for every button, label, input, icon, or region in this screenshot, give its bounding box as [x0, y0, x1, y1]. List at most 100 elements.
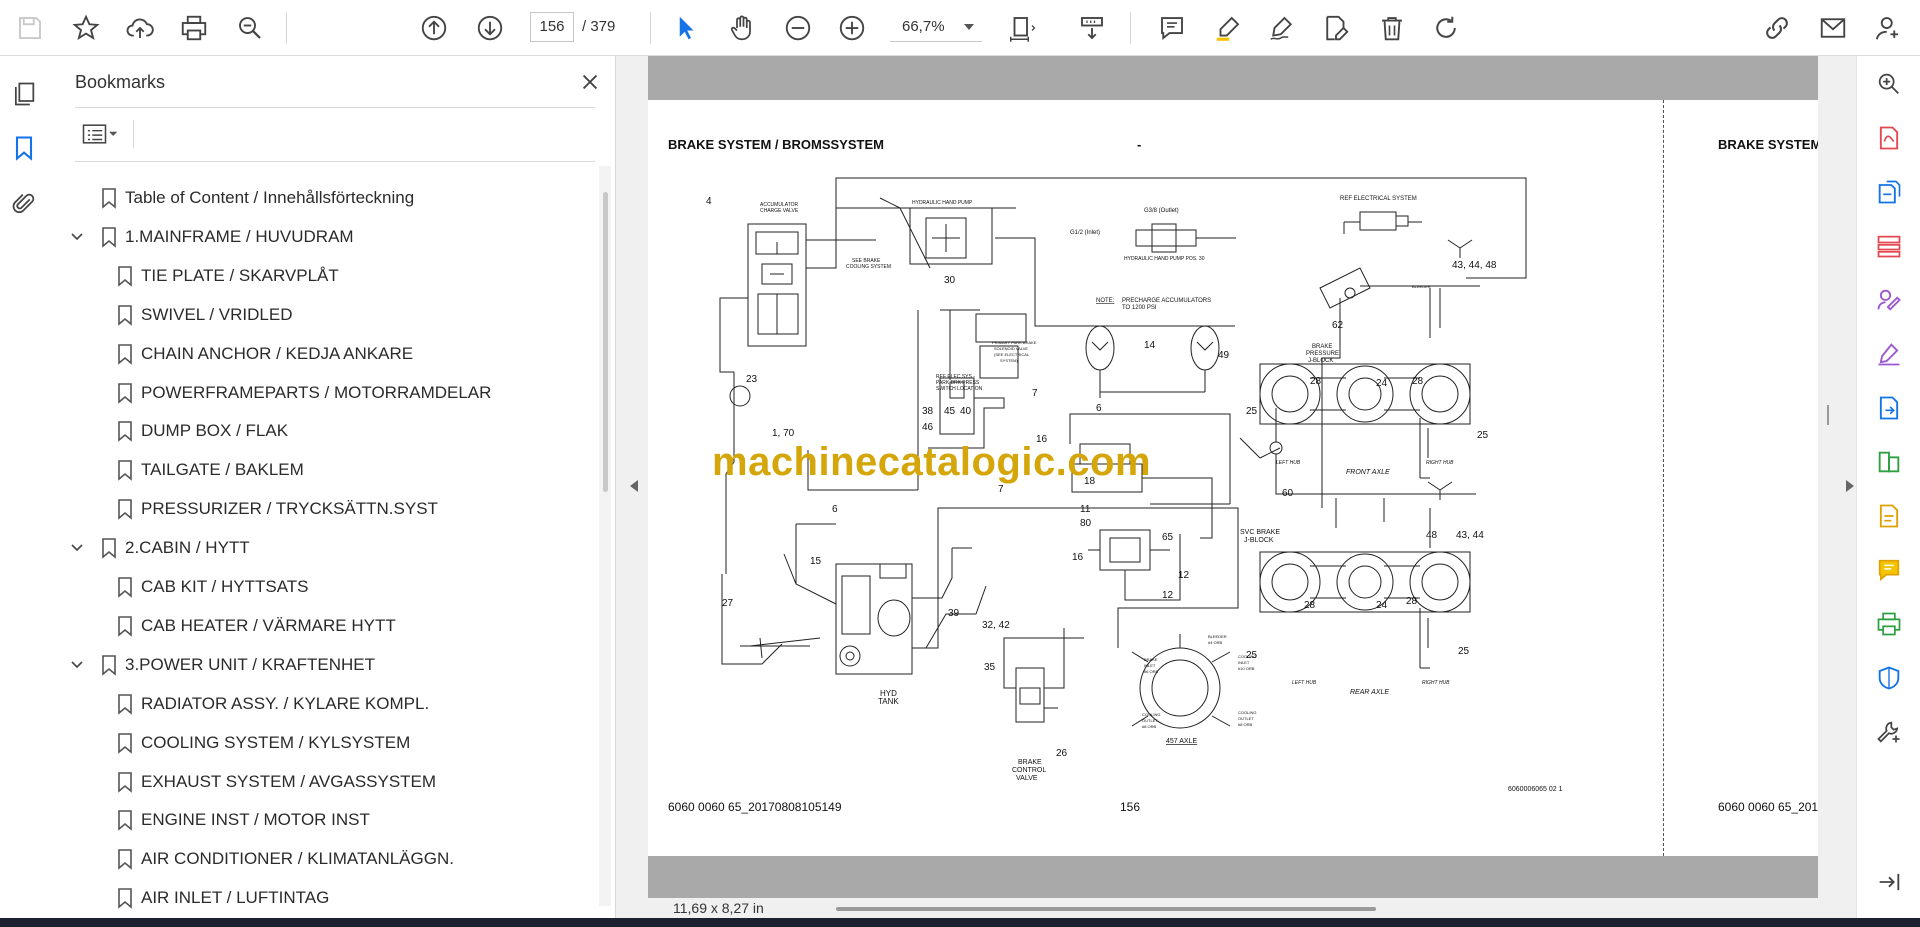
convert-pdf-icon[interactable]	[1871, 174, 1907, 210]
collapse-right-panel-icon[interactable]	[1846, 480, 1854, 492]
bookmark-icon	[118, 849, 132, 871]
diagram-label: 25	[1477, 430, 1489, 441]
diagram-label: 28	[1304, 600, 1316, 611]
bookmark-item[interactable]: EXHAUST SYSTEM / AVGASSYSTEM	[48, 763, 588, 801]
bookmark-item[interactable]: COOLING SYSTEM / KYLSYSTEM	[48, 724, 588, 762]
email-envelope-icon[interactable]	[1811, 0, 1855, 56]
toolbar-divider	[286, 12, 287, 44]
zoom-search-icon[interactable]	[1871, 66, 1907, 102]
previous-page-icon[interactable]	[412, 0, 456, 56]
bookmark-item[interactable]: PRESSURIZER / TRYCKSÄTTN.SYST	[48, 490, 588, 528]
bookmark-item[interactable]: 1.MAINFRAME / HUVUDRAM	[48, 218, 588, 256]
hand-tool-icon[interactable]	[720, 0, 764, 56]
bookmark-item[interactable]: TAILGATE / BAKLEM	[48, 451, 588, 489]
bookmark-item[interactable]: ENGINE INST / MOTOR INST	[48, 801, 588, 839]
bookmark-icon	[102, 654, 116, 676]
diagram-label: FRONT AXLE	[1346, 469, 1390, 476]
chevron-down-icon[interactable]	[70, 658, 84, 672]
bookmarks-panel-icon[interactable]	[6, 130, 42, 166]
bookmark-label: PRESSURIZER / TRYCKSÄTTN.SYST	[141, 499, 438, 519]
bookmark-item[interactable]: TIE PLATE / SKARVPLÅT	[48, 257, 588, 295]
rotate-icon[interactable]	[1424, 0, 1468, 56]
chevron-down-icon[interactable]	[70, 230, 84, 244]
bookmark-item[interactable]: RADIATOR ASSY. / KYLARE KOMPL.	[48, 685, 588, 723]
bookmark-options-button[interactable]	[75, 116, 125, 152]
page-number-input[interactable]: 156	[530, 12, 574, 42]
bookmark-icon	[118, 343, 132, 365]
bookmark-item[interactable]: DUMP BOX / FLAK	[48, 412, 588, 450]
comment-tool-icon[interactable]	[1871, 552, 1907, 588]
viewer-resize-handle[interactable]	[1827, 405, 1829, 425]
collapse-left-panel-icon[interactable]	[630, 480, 638, 492]
diagram-label: COOLING	[1238, 710, 1256, 715]
os-taskbar	[0, 918, 1920, 927]
bookmark-label: SWIVEL / VRIDLED	[141, 304, 293, 324]
bookmark-item[interactable]: AIR CONDITIONER / KLIMATANLÄGGN.	[48, 840, 588, 878]
watermark-text: machinecatalogic.com	[712, 440, 1152, 484]
bookmark-item[interactable]: Table of Content / Innehållsförteckning	[48, 179, 588, 217]
next-page-icon[interactable]	[468, 0, 512, 56]
diagram-label: #8 ORB	[1142, 724, 1157, 729]
highlight-pen-icon[interactable]	[1206, 0, 1250, 56]
find-zoom-icon[interactable]	[228, 0, 272, 56]
chevron-down-icon[interactable]	[70, 541, 84, 555]
bookmark-item[interactable]: 2.CABIN / HYTT	[48, 529, 588, 567]
bookmark-item[interactable]: CAB KIT / HYTTSATS	[48, 568, 588, 606]
diagram-label: 27	[722, 598, 734, 609]
edit-pdf-icon[interactable]	[1871, 498, 1907, 534]
bookmark-item[interactable]: SWIVEL / VRIDLED	[48, 296, 588, 334]
zoom-in-icon[interactable]	[830, 0, 874, 56]
comment-icon[interactable]	[1150, 0, 1194, 56]
bookmark-item[interactable]: CHAIN ANCHOR / KEDJA ANKARE	[48, 335, 588, 373]
diagram-label: 60	[1282, 488, 1294, 499]
print-production-icon[interactable]	[1871, 606, 1907, 642]
panel-divider	[75, 161, 595, 162]
bookmark-star-icon[interactable]	[64, 0, 108, 56]
attachments-paperclip-icon[interactable]	[6, 186, 42, 222]
diagram-label: 39	[948, 608, 960, 619]
bookmarks-scrollbar-thumb[interactable]	[603, 192, 608, 492]
upload-cloud-icon[interactable]	[118, 0, 162, 56]
page-size-readout: 11,69 x 8,27 in	[673, 900, 764, 916]
diagram-label: 24	[1376, 600, 1388, 611]
organize-pages-icon[interactable]	[1871, 228, 1907, 264]
bookmark-item[interactable]: 3.POWER UNIT / KRAFTENHET	[48, 646, 588, 684]
fill-sign-icon[interactable]	[1871, 336, 1907, 372]
scroll-mode-icon[interactable]	[1070, 0, 1114, 56]
bookmark-icon	[118, 616, 132, 637]
zoom-level-select[interactable]: 66,7%	[890, 12, 982, 42]
compare-files-icon[interactable]	[1871, 444, 1907, 480]
bookmark-icon	[118, 693, 132, 715]
page-fit-icon[interactable]	[1000, 0, 1044, 56]
diagram-label: HYDRAULIC HAND PUMP POS. 30	[1124, 256, 1205, 262]
diagram-label: 43, 44, 48	[1452, 260, 1497, 271]
bookmark-icon	[118, 421, 132, 443]
bookmark-item[interactable]: AIR INLET / LUFTINTAG	[48, 879, 588, 917]
diagram-label: PRECHARGE ACCUMULATORS	[1122, 298, 1211, 304]
save-icon[interactable]	[8, 0, 52, 56]
toolbar-divider	[1130, 12, 1131, 44]
share-link-icon[interactable]	[1755, 0, 1799, 56]
delete-trash-icon[interactable]	[1370, 0, 1414, 56]
page-thumbnails-icon[interactable]	[6, 76, 42, 112]
export-pdf-icon[interactable]	[1871, 120, 1907, 156]
more-tools-wrench-icon[interactable]	[1871, 714, 1907, 750]
zoom-out-icon[interactable]	[776, 0, 820, 56]
share-file-icon[interactable]	[1871, 390, 1907, 426]
diagram-label: PRESSURE	[1306, 351, 1339, 357]
bookmark-item[interactable]: POWERFRAMEPARTS / MOTORRAMDELAR	[48, 374, 588, 412]
account-user-icon[interactable]	[1866, 0, 1910, 56]
select-cursor-icon[interactable]	[664, 0, 708, 56]
horizontal-scrollbar-thumb[interactable]	[836, 907, 1376, 911]
bookmark-item[interactable]: CAB HEATER / VÄRMARE HYTT	[48, 607, 588, 645]
protect-shield-icon[interactable]	[1871, 660, 1907, 696]
expand-panel-icon[interactable]	[1871, 864, 1907, 900]
diagram-label: BLEEDER	[1208, 634, 1227, 639]
print-icon[interactable]	[172, 0, 216, 56]
draw-pen-icon[interactable]	[1260, 0, 1304, 56]
diagram-label: INLET	[1238, 660, 1250, 665]
close-icon[interactable]	[576, 68, 604, 96]
request-signatures-icon[interactable]	[1871, 282, 1907, 318]
edit-text-icon[interactable]	[1314, 0, 1358, 56]
diagram-label: 65	[1162, 532, 1174, 543]
